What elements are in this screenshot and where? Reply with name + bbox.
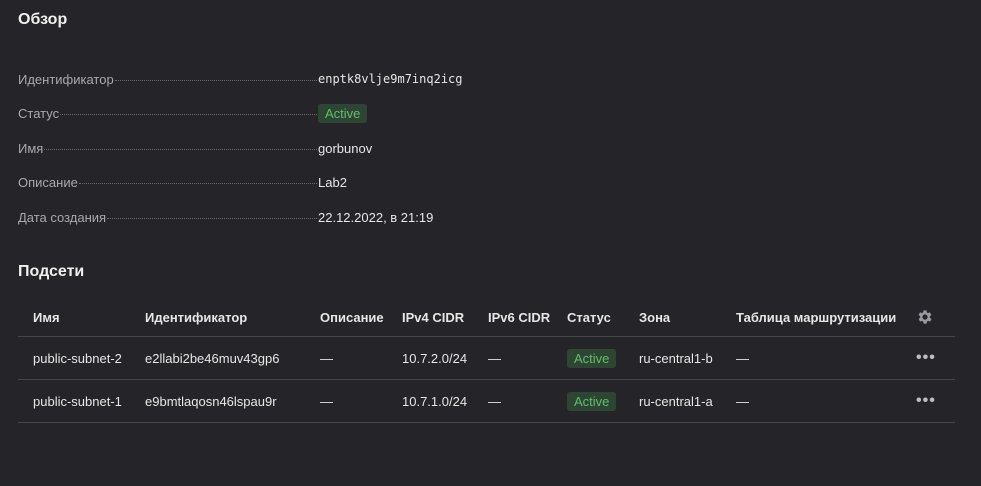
prop-row-name: Имя gorbunov: [18, 131, 518, 166]
prop-value-name: gorbunov: [318, 140, 373, 156]
gear-icon[interactable]: [916, 308, 934, 326]
prop-value-description: Lab2: [318, 175, 347, 191]
prop-key-created: Дата создания: [18, 209, 107, 225]
more-menu-icon[interactable]: •••: [916, 349, 936, 367]
status-badge: Active: [567, 391, 617, 411]
subnet-id: e2llabi2be46muv43gp6: [145, 350, 280, 366]
subnet-route-table: —: [736, 393, 749, 409]
col-ipv6: IPv6 CIDR: [488, 309, 551, 325]
col-description: Описание: [320, 309, 384, 325]
col-route-table: Таблица маршрутизации: [736, 309, 897, 325]
overview-title: Обзор: [18, 11, 68, 28]
subnet-name[interactable]: public-subnet-1: [33, 394, 122, 409]
subnet-ipv6: —: [488, 393, 501, 409]
prop-row-created: Дата создания 22.12.2022, в 21:19: [18, 200, 518, 235]
table-row[interactable]: public-subnet-2 e2llabi2be46muv43gp6 — 1…: [18, 337, 955, 380]
subnet-description: —: [320, 393, 333, 409]
status-badge: Active: [318, 104, 368, 124]
subnet-zone: ru-central1-a: [639, 393, 713, 409]
status-badge: Active: [567, 348, 617, 368]
col-status: Статус: [567, 309, 611, 325]
prop-key-name: Имя: [18, 140, 44, 156]
subnet-id: e9bmtlaqosn46lspau9r: [145, 393, 277, 409]
prop-value-id[interactable]: enptk8vlje9m7inq2icg: [318, 72, 463, 86]
more-menu-icon[interactable]: •••: [916, 392, 936, 410]
prop-row-description: Описание Lab2: [18, 166, 518, 201]
subnet-route-table: —: [736, 350, 749, 366]
col-name: Имя: [33, 309, 60, 325]
col-ipv4: IPv4 CIDR: [402, 309, 465, 325]
subnet-zone: ru-central1-b: [639, 350, 713, 366]
prop-row-status: Статус Active: [18, 97, 518, 132]
prop-row-id: Идентификатор enptk8vlje9m7inq2icg: [18, 62, 518, 97]
prop-value-created: 22.12.2022, в 21:19: [318, 209, 434, 225]
subnet-name[interactable]: public-subnet-2: [33, 351, 122, 366]
prop-key-description: Описание: [18, 175, 78, 191]
overview-properties: Идентификатор enptk8vlje9m7inq2icg Стату…: [18, 62, 518, 235]
prop-key-id: Идентификатор: [18, 71, 114, 87]
prop-key-status: Статус: [18, 106, 60, 122]
subnets-table: Имя Идентификатор Описание IPv4 CIDR IPv…: [18, 298, 955, 423]
subnet-ipv6: —: [488, 350, 501, 366]
subnets-title: Подсети: [18, 263, 85, 280]
col-zone: Зона: [639, 309, 671, 325]
subnet-ipv4: 10.7.1.0/24: [402, 393, 468, 409]
subnet-ipv4: 10.7.2.0/24: [402, 350, 468, 366]
table-row[interactable]: public-subnet-1 e9bmtlaqosn46lspau9r — 1…: [18, 380, 955, 423]
col-id: Идентификатор: [145, 309, 248, 325]
table-header: Имя Идентификатор Описание IPv4 CIDR IPv…: [18, 298, 955, 337]
subnet-description: —: [320, 350, 333, 366]
